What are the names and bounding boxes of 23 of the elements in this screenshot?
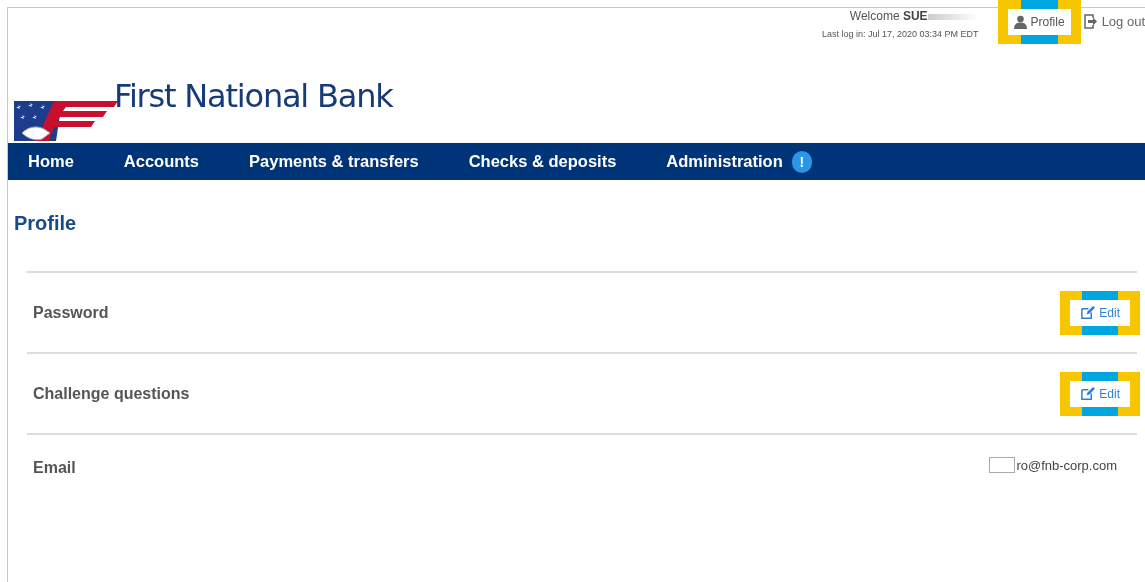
alert-badge: ! <box>791 150 812 173</box>
profile-button[interactable]: Profile <box>1007 9 1071 35</box>
nav-item[interactable]: Checks & deposits <box>468 152 617 171</box>
row-label: Password <box>33 303 109 322</box>
bank-logo-text: First National Bank <box>114 77 393 115</box>
edit-button[interactable]: Edit <box>1070 380 1130 407</box>
nav-item[interactable]: Payments & transfers <box>249 152 419 171</box>
nav-item[interactable]: Home <box>28 152 74 171</box>
welcome-text: Welcome SUE <box>849 9 978 23</box>
row-label: Challenge questions <box>33 384 190 403</box>
logout-button[interactable]: Log out <box>1080 8 1145 29</box>
page-title: Profile <box>14 212 78 235</box>
person-icon <box>1013 15 1027 29</box>
row-label: Email <box>33 459 76 477</box>
last-login-text: Last log in: Jul 17, 2020 03:34 PM EDT <box>822 29 979 39</box>
email-value: ro@fnb-corp.com <box>1016 457 1117 473</box>
edit-button[interactable]: Edit <box>1070 299 1130 326</box>
nav-item[interactable]: Administration ! <box>666 150 812 173</box>
edit-icon <box>1080 386 1096 401</box>
edit-icon <box>1080 305 1096 320</box>
nav-item[interactable]: Accounts <box>123 152 200 171</box>
logout-icon <box>1083 14 1098 29</box>
flag-handshake-logo-icon <box>14 99 118 143</box>
